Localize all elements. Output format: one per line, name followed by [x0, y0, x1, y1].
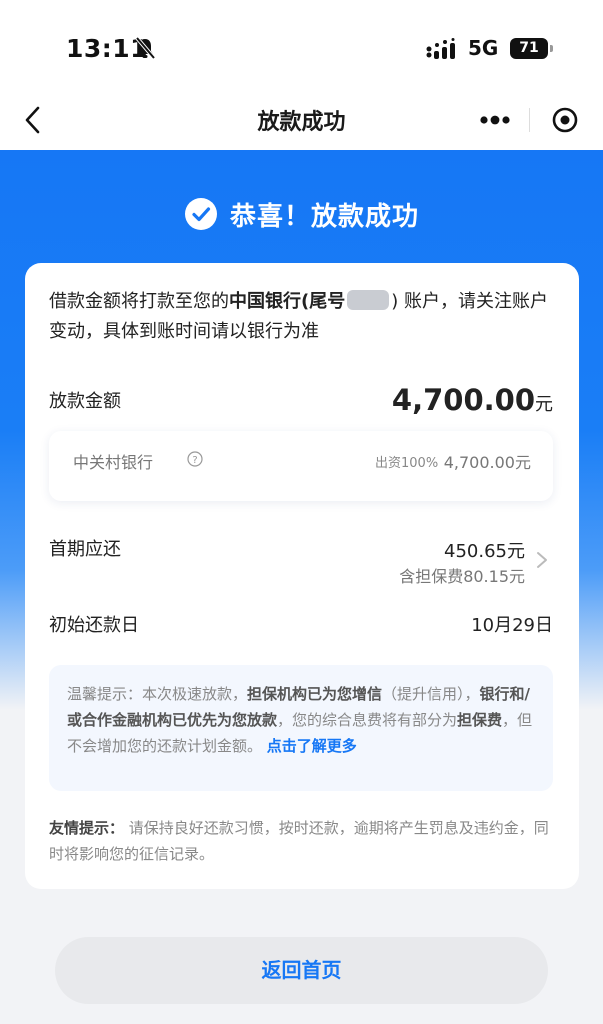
warm-tip-part1: 温馨提示：本次极速放款， — [67, 685, 248, 703]
first-payment-amount[interactable]: 450.65元 — [444, 537, 525, 563]
friendly-tip: 友情提示： 请保持良好还款习惯，按时还款，逾期将产生罚息及违约金，同时将影响您的… — [49, 815, 559, 867]
warm-tip-bold1: 担保机构已为您增信 — [247, 685, 383, 703]
lender-amount: 4,700.00元 — [443, 453, 531, 472]
lender-name: 中关村银行 — [73, 453, 154, 472]
warm-tip-part2: （提升信用）， — [382, 685, 480, 703]
battery-icon: 71 — [510, 38, 553, 59]
capsule-divider — [529, 108, 530, 132]
success-header: 恭喜！放款成功 — [0, 196, 603, 232]
transfer-notice: 借款金额将打款至您的中国银行(尾号) 账户，请关注账户变动，具体到账时间请以银行… — [49, 287, 559, 347]
warm-tip-bold3: 担保费 — [457, 711, 503, 729]
first-payment-label: 首期应还 — [49, 539, 121, 560]
warm-tip-part3: ，您的综合息费将有部分为 — [277, 711, 458, 729]
notice-prefix: 借款金额将打款至您的 — [49, 291, 229, 312]
more-dots-icon[interactable] — [463, 98, 525, 142]
loan-amount-label: 放款金额 — [49, 391, 121, 412]
close-target-icon[interactable] — [543, 98, 587, 142]
success-title: 恭喜！放款成功 — [229, 201, 419, 232]
loan-detail-card: 借款金额将打款至您的中国银行(尾号) 账户，请关注账户变动，具体到账时间请以银行… — [25, 263, 579, 889]
loan-amount-unit: 元 — [535, 394, 553, 415]
notice-bank: 中国银行(尾号 — [229, 291, 346, 312]
mini-program-capsule — [463, 98, 587, 142]
lender-ratio: 出资100% — [375, 456, 439, 471]
network-type: 5G — [468, 36, 499, 60]
first-payment-fee: 含担保费80.15元 — [399, 567, 525, 586]
start-date-label: 初始还款日 — [49, 615, 139, 636]
friendly-tip-text: 请保持良好还款习惯，按时还款，逾期将产生罚息及违约金，同时将影响您的征信记录。 — [49, 819, 549, 863]
start-date-value: 10月29日 — [471, 615, 553, 636]
loan-amount: 4,700.00元 — [392, 383, 553, 417]
nav-bar: 放款成功 — [0, 90, 603, 150]
friendly-tip-label: 友情提示： — [49, 819, 125, 837]
check-circle-icon — [184, 198, 217, 230]
learn-more-link[interactable]: 点击了解更多 — [267, 737, 357, 755]
masked-account-number — [347, 290, 390, 310]
return-home-button[interactable]: 返回首页 — [55, 937, 548, 1004]
bell-muted-icon — [135, 36, 156, 60]
signal-icon — [426, 38, 455, 59]
svg-text:?: ? — [192, 455, 197, 466]
help-circle-icon[interactable]: ? — [187, 451, 203, 467]
warm-tip-box: 温馨提示：本次极速放款，担保机构已为您增信（提升信用），银行和/或合作金融机构已… — [49, 665, 553, 791]
warm-tip-text: 温馨提示：本次极速放款，担保机构已为您增信（提升信用），银行和/或合作金融机构已… — [67, 681, 539, 759]
status-bar: 13:11 5G 71 — [0, 0, 603, 90]
chevron-right-icon[interactable] — [535, 550, 549, 570]
loan-amount-value: 4,700.00 — [391, 383, 535, 417]
lender-box: 中关村银行 ? 出资100% 4,700.00元 — [49, 431, 553, 501]
